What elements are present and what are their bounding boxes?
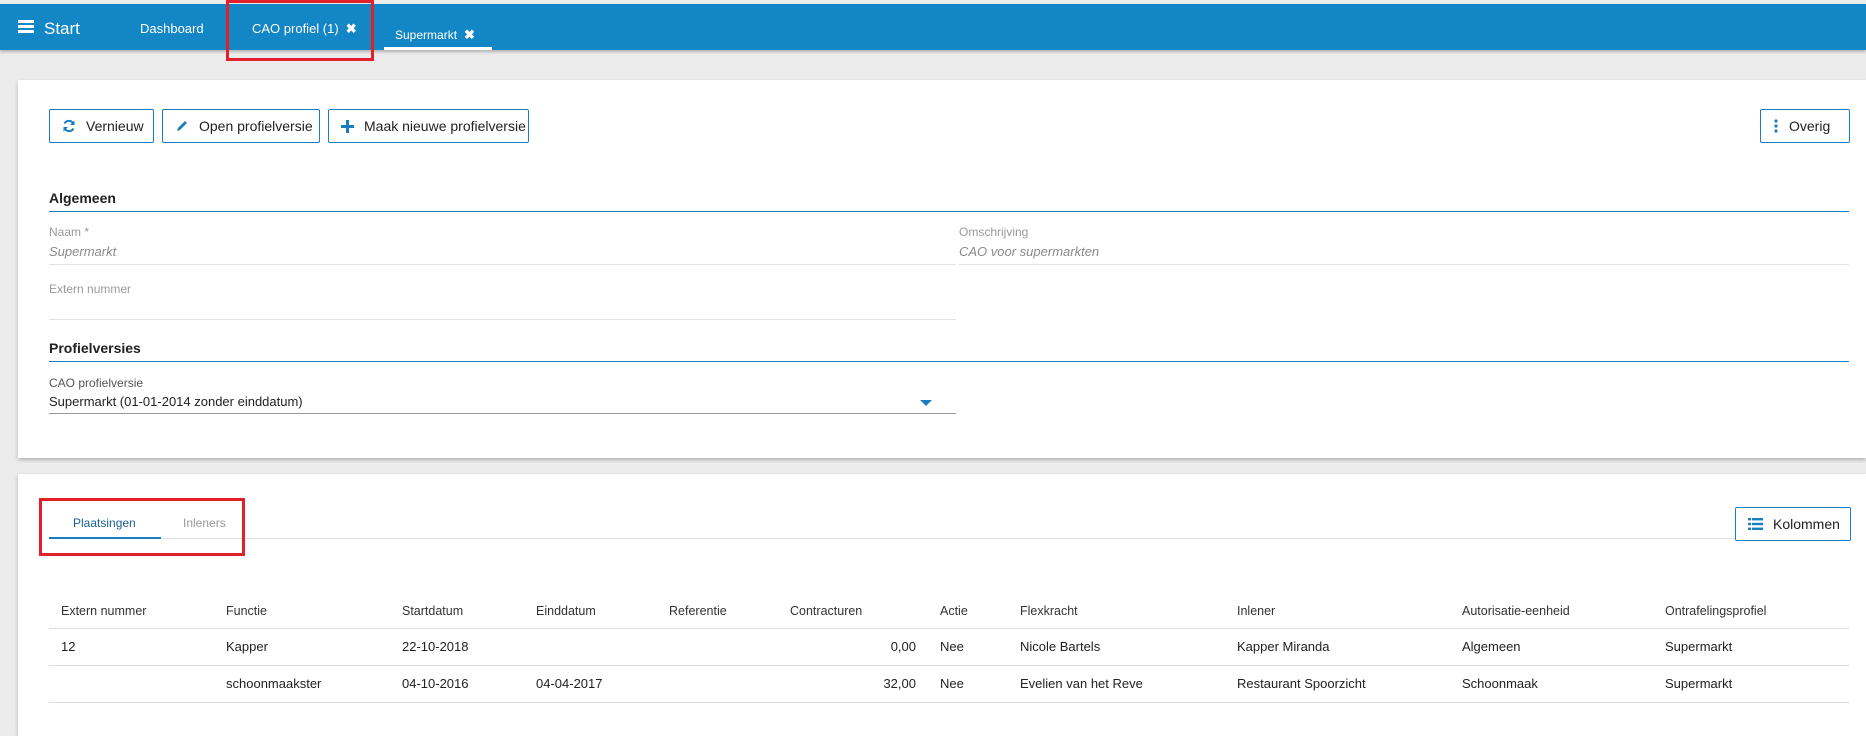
table-cell: Nee: [928, 628, 1008, 666]
table-cell: Supermarkt: [1653, 628, 1849, 666]
column-header[interactable]: Ontrafelingsprofiel: [1653, 604, 1849, 629]
table-cell: Schoonmaak: [1450, 665, 1653, 703]
table-header-row: Extern nummer Functie Startdatum Einddat…: [49, 604, 1849, 629]
table-cell: Nee: [928, 665, 1008, 703]
tab-dashboard-label: Dashboard: [140, 21, 204, 36]
description-field-label: Omschrijving: [959, 225, 1029, 239]
column-header[interactable]: Flexkracht: [1008, 604, 1225, 629]
table-cell: 0,00: [778, 628, 928, 666]
cao-profile-panel: Vernieuw Open profielversie Maak nieuwe …: [18, 80, 1866, 458]
hamburger-menu-icon[interactable]: [18, 20, 34, 33]
table-cell: Evelien van het Reve: [1008, 665, 1225, 703]
table-cell: [657, 665, 778, 703]
column-header[interactable]: Startdatum: [390, 604, 524, 629]
table-cell: Kapper: [214, 628, 390, 666]
placements-table: Extern nummer Functie Startdatum Einddat…: [49, 604, 1849, 703]
section-divider: [49, 211, 1849, 212]
open-profile-version-button[interactable]: Open profielversie: [162, 109, 320, 143]
new-profile-version-button[interactable]: Maak nieuwe profielversie: [328, 109, 529, 143]
section-divider: [49, 361, 1849, 362]
more-options-label: Overig: [1789, 118, 1831, 134]
pencil-icon: [177, 121, 187, 131]
column-header[interactable]: Actie: [928, 604, 1008, 629]
close-icon[interactable]: ✖: [346, 21, 357, 36]
field-underline: [49, 319, 956, 320]
table-row[interactable]: 12 Kapper 22-10-2018 0,00 Nee Nicole Bar…: [49, 628, 1849, 666]
tab-supermarkt-label: Supermarkt: [395, 28, 458, 42]
column-header[interactable]: Referentie: [657, 604, 778, 629]
placements-panel: Plaatsingen Inleners Kolommen Extern num…: [18, 474, 1866, 736]
columns-button[interactable]: Kolommen: [1735, 507, 1851, 541]
refresh-button[interactable]: Vernieuw: [49, 109, 154, 143]
table-cell: 04-10-2016: [390, 665, 524, 703]
column-header[interactable]: Autorisatie-eenheid: [1450, 604, 1653, 629]
more-options-button[interactable]: Overig: [1760, 109, 1850, 143]
top-navigation-bar: Start Dashboard CAO profiel (1) ✖ Superma…: [0, 4, 1866, 50]
plus-icon: [341, 119, 354, 133]
list-icon: [1748, 518, 1763, 530]
table-cell: schoonmaakster: [214, 665, 390, 703]
table-cell: 12: [49, 628, 214, 666]
tab-supermarkt[interactable]: Supermarkt ✖: [395, 27, 475, 43]
column-header[interactable]: Functie: [214, 604, 390, 629]
table-cell: Kapper Miranda: [1225, 628, 1450, 666]
table-row[interactable]: schoonmaakster 04-10-2016 04-04-2017 32,…: [49, 665, 1849, 703]
active-tab-indicator: [384, 47, 492, 50]
table-cell: 22-10-2018: [390, 628, 524, 666]
tab-dashboard[interactable]: Dashboard: [140, 21, 204, 36]
select-underline: [49, 413, 956, 414]
table-cell: 32,00: [778, 665, 928, 703]
table-cell: [524, 628, 657, 666]
column-header[interactable]: Einddatum: [524, 604, 657, 629]
field-underline: [959, 264, 1849, 265]
table-cell: [657, 628, 778, 666]
table-cell: Nicole Bartels: [1008, 628, 1225, 666]
column-header[interactable]: Contracturen: [778, 604, 928, 629]
tab-cao-profiel[interactable]: CAO profiel (1) ✖: [252, 21, 357, 37]
columns-button-label: Kolommen: [1773, 516, 1840, 532]
tabs-divider: [49, 538, 1737, 539]
external-number-label: Extern nummer: [49, 282, 132, 296]
tab-plaatsingen[interactable]: Plaatsingen: [73, 516, 136, 530]
refresh-button-label: Vernieuw: [86, 118, 144, 134]
table-cell: [49, 665, 214, 703]
name-field[interactable]: Supermarkt: [49, 244, 116, 259]
column-header[interactable]: Inlener: [1225, 604, 1450, 629]
profile-version-select[interactable]: Supermarkt (01-01-2014 zonder einddatum): [49, 394, 303, 409]
open-profile-version-label: Open profielversie: [199, 118, 313, 134]
column-header[interactable]: Extern nummer: [49, 604, 214, 629]
chevron-down-icon[interactable]: [920, 400, 932, 406]
refresh-icon: [63, 119, 75, 133]
table-cell: Algemeen: [1450, 628, 1653, 666]
vertical-dots-icon: [1774, 119, 1778, 133]
section-title-general: Algemeen: [49, 190, 116, 206]
table-cell: Supermarkt: [1653, 665, 1849, 703]
field-underline: [49, 264, 956, 265]
start-menu-link[interactable]: Start: [44, 19, 80, 39]
active-subtab-indicator: [49, 537, 161, 539]
new-profile-version-label: Maak nieuwe profielversie: [364, 118, 526, 134]
name-field-label: Naam *: [49, 225, 90, 239]
description-field[interactable]: CAO voor supermarkten: [959, 244, 1099, 259]
table-cell: Restaurant Spoorzicht: [1225, 665, 1450, 703]
table-cell: 04-04-2017: [524, 665, 657, 703]
tab-inleners[interactable]: Inleners: [183, 516, 226, 530]
profile-version-select-label: CAO profielversie: [49, 376, 144, 390]
close-icon[interactable]: ✖: [464, 27, 475, 42]
tab-cao-profiel-label: CAO profiel (1): [252, 21, 339, 36]
section-title-profile-versions: Profielversies: [49, 340, 141, 356]
